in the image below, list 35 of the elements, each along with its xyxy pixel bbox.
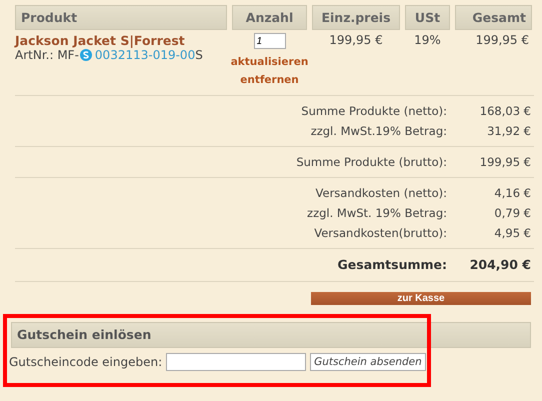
summary-value: 204,90 € [468,256,531,274]
phone-icon [80,49,92,61]
summary-value: 4,16 € [493,185,531,202]
column-header: USt [405,5,450,30]
summary-label: Summe Produkte (brutto): [295,154,447,171]
remove-link[interactable]: entfernen [240,71,299,89]
column-header: Einz.preis [312,5,400,30]
line-total: 199,95 € [474,32,530,47]
article-number-label: ArtNr.: MF- [15,48,79,62]
summary-value: 31,92 € [486,123,531,140]
tax-rate: 19% [413,32,442,47]
summary-label: Summe Produkte (netto): [300,103,447,120]
submit-coupon-button[interactable]: Gutschein absenden [310,353,426,371]
column-header: Gesamt [455,5,532,30]
coupon-code-field[interactable] [166,353,306,371]
product-name[interactable]: Jackson Jacket S|Forrest [15,33,227,48]
column-header: Produkt [15,5,227,30]
column-header: Anzahl [232,5,307,30]
quantity-field[interactable]: 1 [254,33,286,49]
summary-value: 0,79 € [493,205,531,222]
unit-price: 199,95 € [328,32,384,47]
summary-label: zzgl. MwSt. 19% Betrag: [306,205,447,222]
summary-value: 168,03 € [478,103,531,120]
article-number-link[interactable]: 0032113-019-00 [94,48,196,62]
summary-value: 4,95 € [493,225,531,242]
checkout-button[interactable]: zur Kasse [311,292,531,305]
summary-label: Gesamtsumme: [336,256,447,274]
article-number-suffix: S [195,48,203,62]
summary-label: Versandkosten(brutto): [313,225,447,242]
summary-value: 199,95 € [478,154,531,171]
section-header: Gutschein einlösen [11,322,531,348]
summary-label: zzgl. MwSt.19% Betrag: [310,123,447,140]
coupon-label: Gutscheincode eingeben: [9,355,162,369]
update-link[interactable]: aktualisieren [230,53,308,71]
summary-label: Versandkosten (netto): [314,185,447,202]
